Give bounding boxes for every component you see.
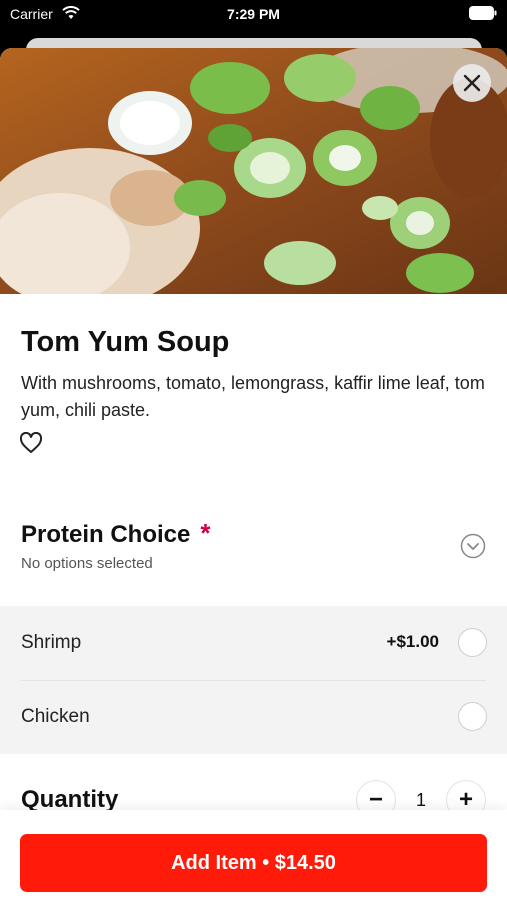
option-shrimp[interactable]: Shrimp +$1.00	[0, 606, 507, 680]
quantity-value: 1	[415, 790, 426, 810]
chevron-down-circle-icon[interactable]	[460, 533, 486, 559]
close-button[interactable]	[453, 64, 491, 102]
option-name: Shrimp	[21, 632, 82, 653]
protein-choice-label: Protein Choice	[21, 521, 191, 548]
radio-button[interactable]	[458, 702, 487, 731]
protein-choice-title: Protein Choice *	[21, 518, 210, 549]
option-name: Chicken	[21, 706, 90, 727]
required-indicator: *	[200, 518, 211, 548]
status-time: 7:29 PM	[227, 6, 280, 22]
status-bar: Carrier 7:29 PM	[0, 0, 507, 30]
heart-icon[interactable]	[19, 432, 43, 454]
protein-options-list: Shrimp +$1.00 Chicken	[0, 606, 507, 754]
option-price: +$1.00	[386, 632, 439, 651]
add-item-button[interactable]: Add Item • $14.50	[20, 834, 487, 892]
bottom-action-bar: Add Item • $14.50	[0, 810, 507, 900]
battery-icon	[469, 6, 497, 20]
option-chicken[interactable]: Chicken	[0, 680, 507, 754]
close-icon	[463, 74, 481, 92]
radio-button[interactable]	[458, 628, 487, 657]
item-title: Tom Yum Soup	[21, 326, 230, 358]
item-sheet: Tom Yum Soup With mushrooms, tomato, lem…	[0, 48, 507, 900]
item-description: With mushrooms, tomato, lemongrass, kaff…	[21, 373, 485, 420]
item-photo	[0, 48, 507, 294]
protein-choice-subtitle: No options selected	[21, 555, 153, 572]
